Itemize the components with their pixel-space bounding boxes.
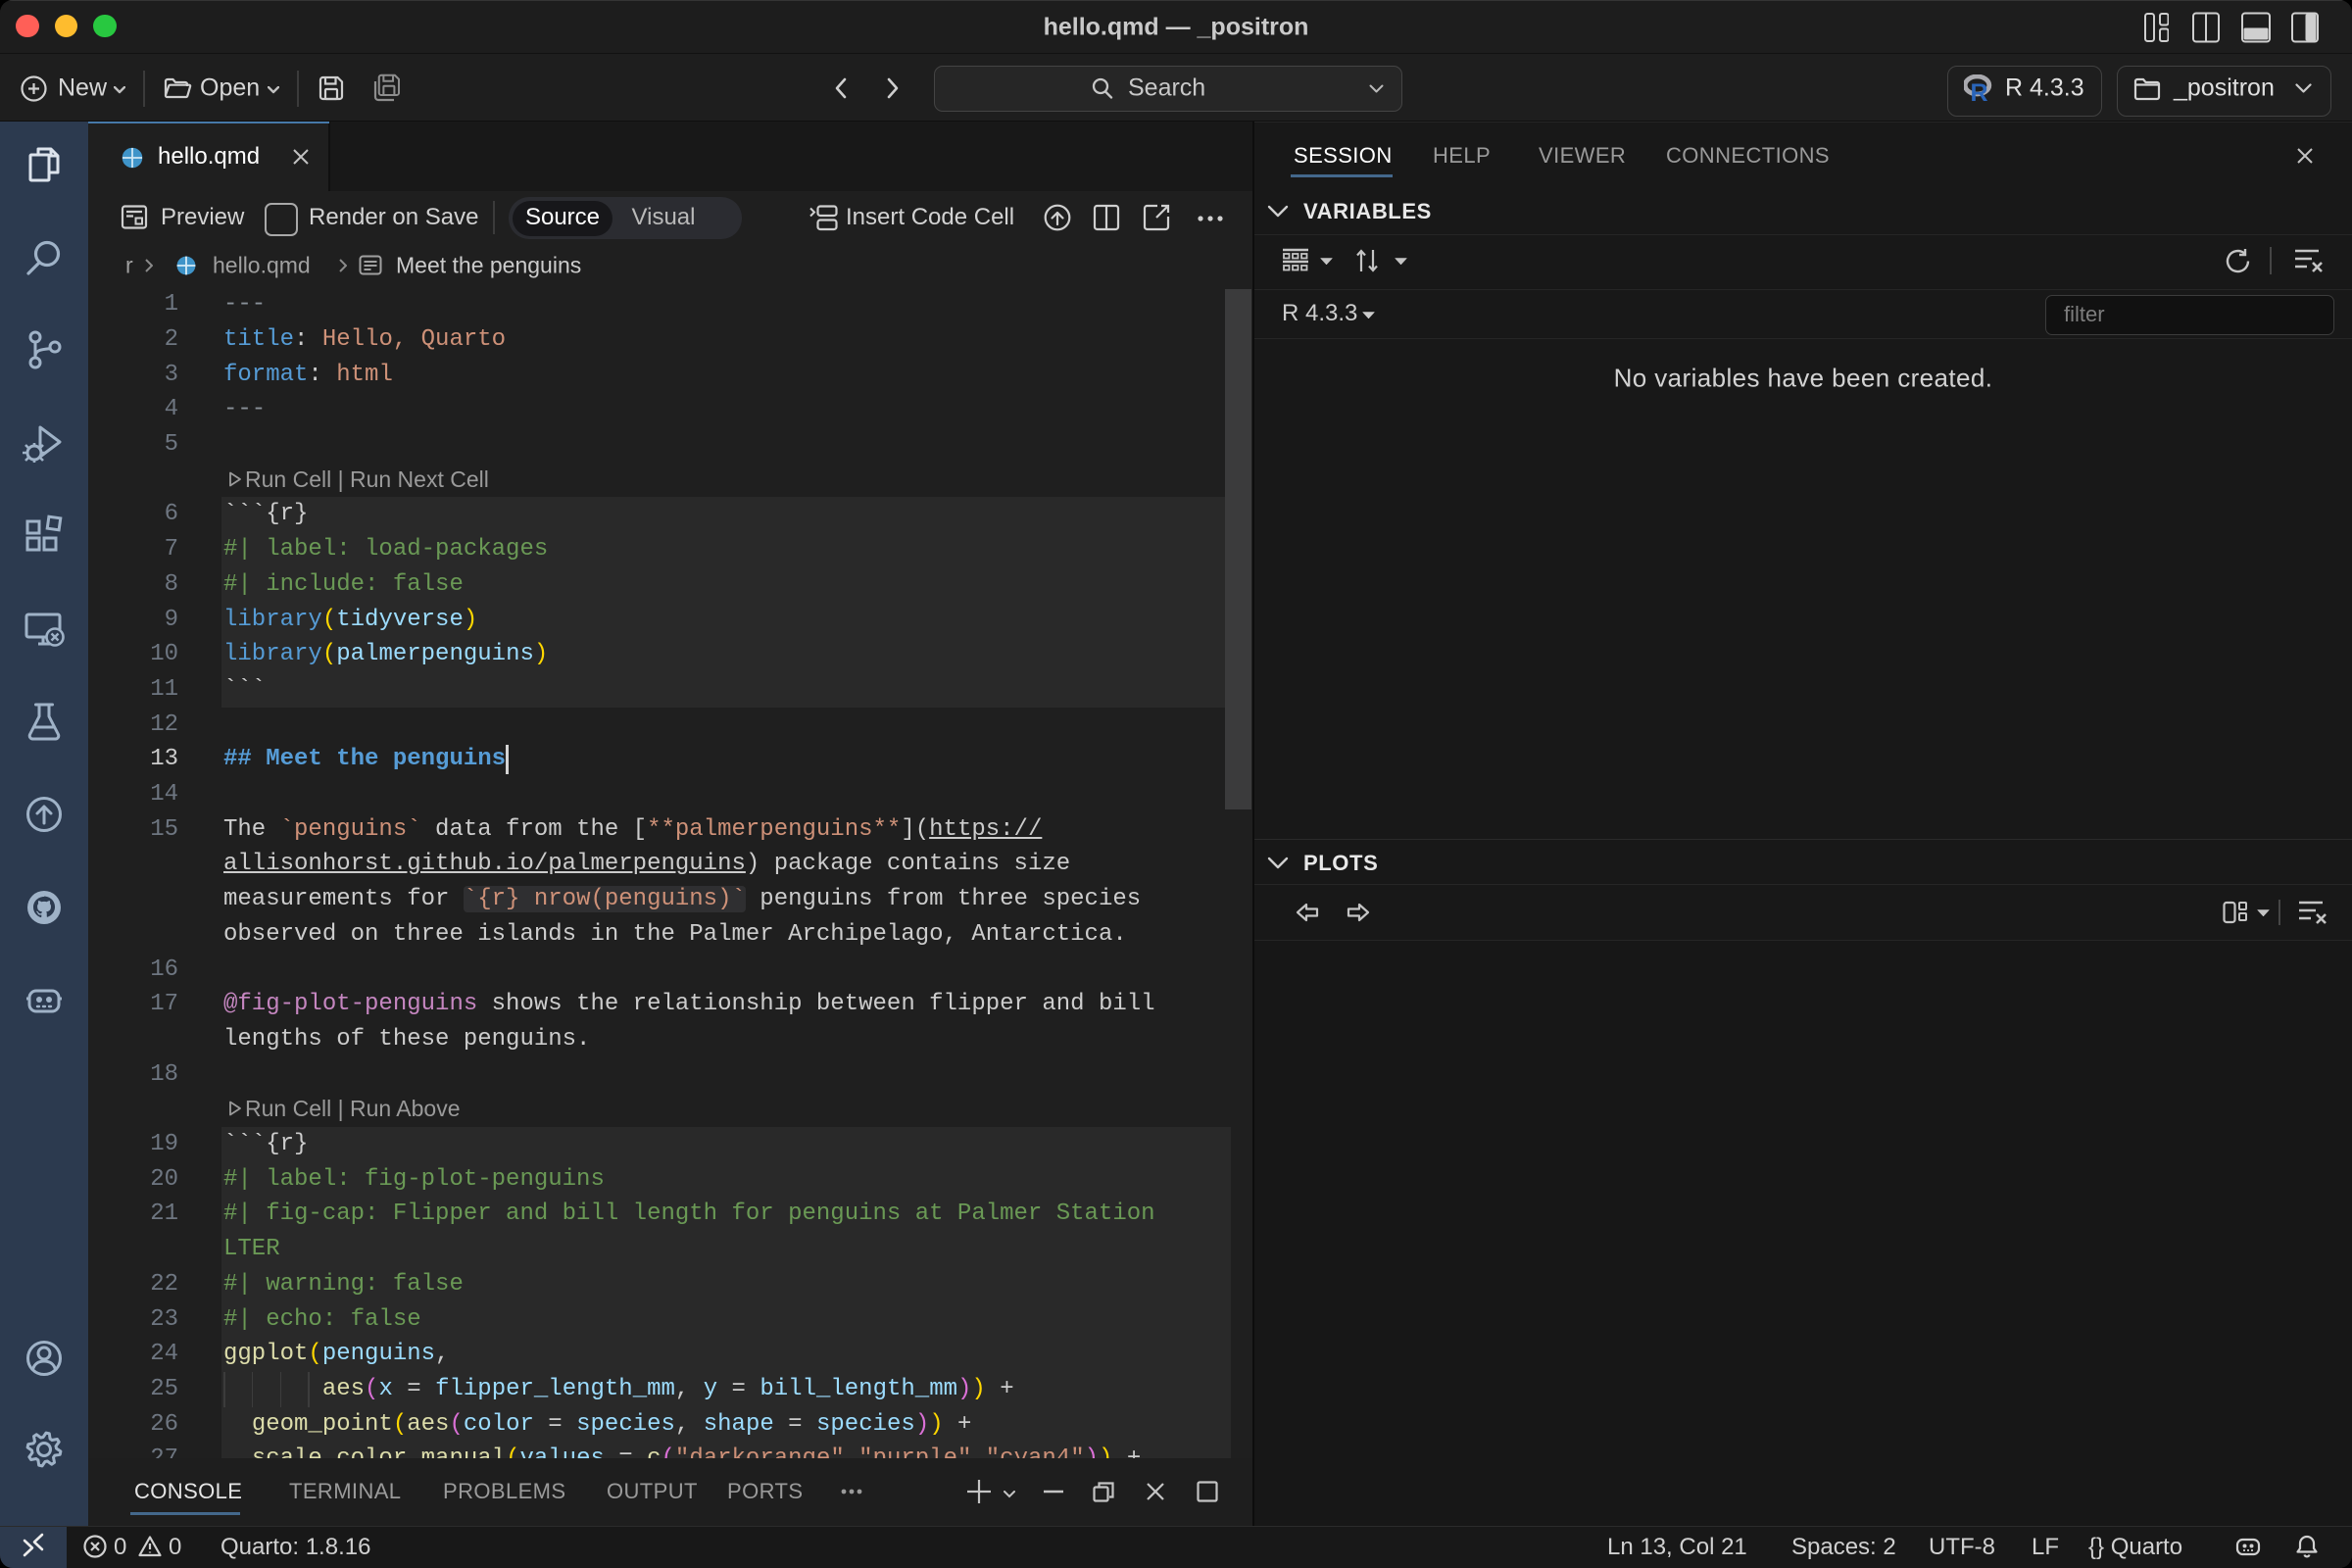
svg-text:R: R [1971, 79, 1988, 103]
